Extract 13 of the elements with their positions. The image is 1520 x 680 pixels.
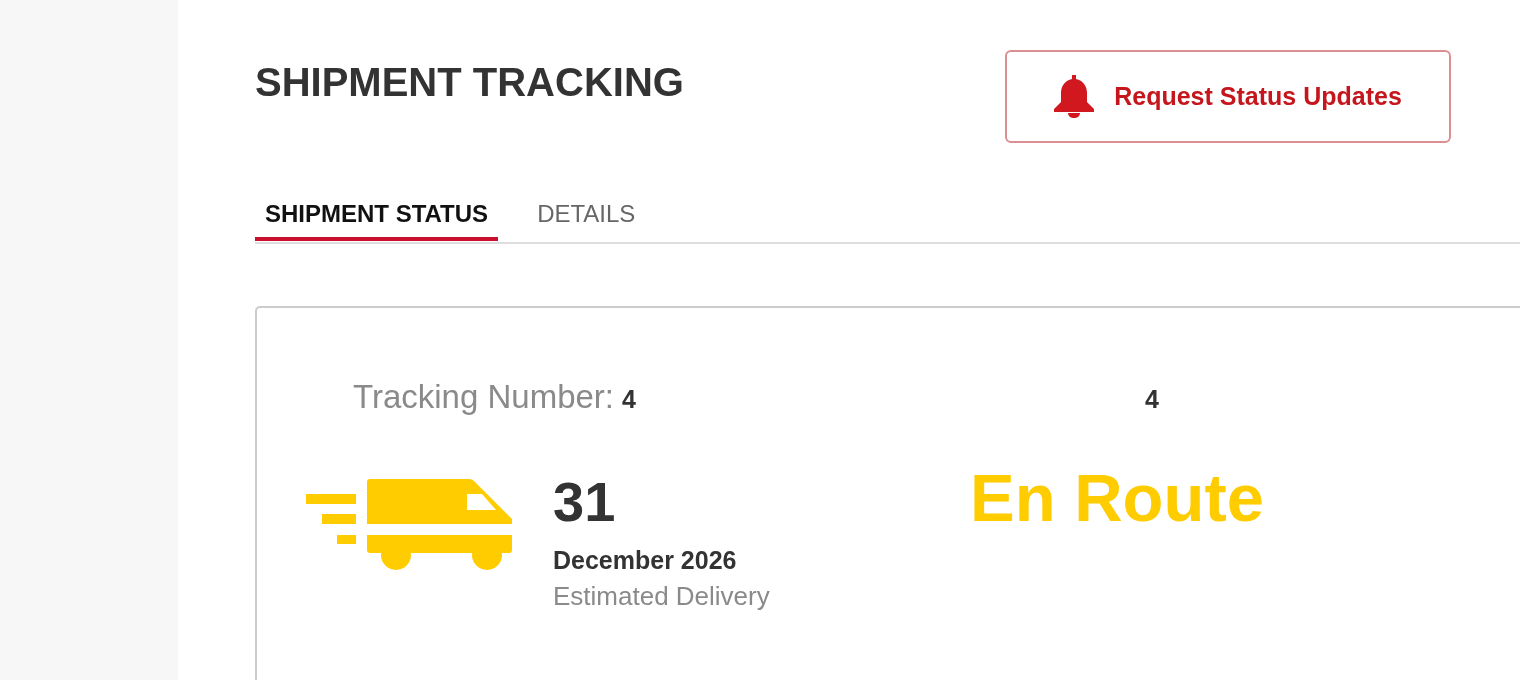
truck-icon [306, 478, 512, 570]
delivery-day: 31 [553, 474, 770, 530]
tracking-label: Tracking Number: [353, 378, 615, 415]
bell-icon [1054, 75, 1095, 118]
shipment-status: En Route [970, 464, 1265, 531]
page-title: SHIPMENT TRACKING [255, 60, 684, 104]
tracking-number: 4 [622, 385, 636, 413]
tab[interactable]: SHIPMENT STATUS [255, 190, 499, 241]
tracking-number: 4 [1145, 385, 1159, 413]
tab[interactable]: DETAILS [527, 190, 646, 241]
delivery-month-year: December 2026 [553, 546, 738, 575]
request-updates-button[interactable]: Request Status Updates [1005, 50, 1451, 143]
delivery-caption: Estimated Delivery [553, 581, 770, 612]
